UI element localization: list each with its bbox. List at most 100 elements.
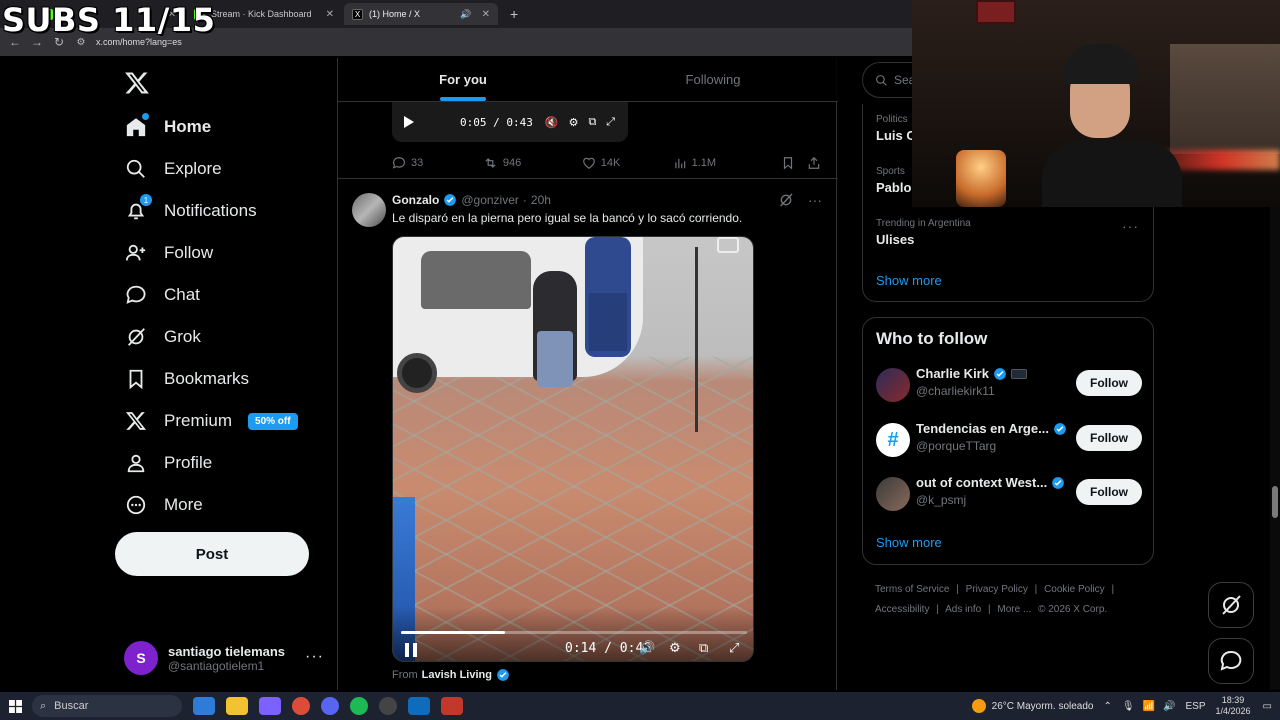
footer-link-cookie[interactable]: Cookie Policy — [1044, 584, 1105, 595]
footer-links: Terms of Service | Privacy Policy | Cook… — [875, 580, 1145, 620]
tweet-tools: ··· — [778, 192, 822, 208]
like-button[interactable]: 14K — [582, 156, 673, 170]
follow-button[interactable]: Follow — [1076, 425, 1142, 451]
nav-item-grok[interactable]: Grok — [124, 320, 201, 354]
nav-item-home[interactable]: Home — [124, 110, 211, 144]
windows-taskbar: ⌕ Buscar 26°C Mayorm. soleado ⌃ 🎙 📶 🔊 ES… — [0, 692, 1280, 720]
notification-center-icon[interactable]: ▭ — [1263, 701, 1272, 712]
taskbar-search[interactable]: ⌕ Buscar — [32, 695, 182, 717]
play-icon[interactable] — [404, 116, 414, 128]
tweet-more-icon[interactable]: ··· — [808, 192, 822, 208]
repost-button[interactable]: 946 — [483, 156, 582, 170]
bookmark-button[interactable] — [781, 156, 807, 170]
browser-tab-x-home[interactable]: X (1) Home / X 🔊 ✕ — [344, 3, 498, 25]
obs-icon[interactable] — [379, 697, 397, 715]
video-app-icon[interactable] — [441, 697, 463, 715]
trends-show-more-link[interactable]: Show more — [876, 273, 942, 288]
pip-icon[interactable]: ⧉ — [699, 640, 708, 656]
nav-item-chat[interactable]: Chat — [124, 278, 200, 312]
language-indicator[interactable]: ESP — [1185, 701, 1205, 712]
footer-link-privacy[interactable]: Privacy Policy — [966, 584, 1028, 595]
close-tab-icon[interactable]: ✕ — [326, 9, 334, 20]
close-tab-icon[interactable]: ✕ — [482, 9, 490, 20]
footer-link-more[interactable]: More ... — [997, 604, 1031, 615]
trend-category: Sports — [876, 166, 905, 177]
scrollbar-thumb[interactable] — [1272, 486, 1278, 518]
file-explorer-icon[interactable] — [226, 697, 248, 715]
tweet-author-handle[interactable]: @gonziver — [461, 193, 519, 207]
tweet-video[interactable]: 0:14 / 0:46 🔊 ⚙ ⧉ ⤢ — [392, 236, 754, 662]
fullscreen-icon[interactable]: ⤢ — [606, 116, 615, 129]
audio-playing-icon[interactable]: 🔊 — [460, 9, 471, 20]
trend-item[interactable]: Trending in Argentina Ulises — [876, 218, 971, 247]
affiliate-badge-icon — [1010, 368, 1027, 379]
footer-link-accessibility[interactable]: Accessibility — [875, 604, 929, 615]
nav-item-premium[interactable]: Premium 50% off — [124, 404, 298, 438]
from-account-link[interactable]: Lavish Living — [422, 669, 492, 681]
nav-item-profile[interactable]: Profile — [124, 446, 212, 480]
pip-icon[interactable]: ⧉ — [588, 116, 596, 129]
windows-start-icon[interactable] — [0, 699, 30, 713]
reply-button[interactable]: 33 — [392, 156, 483, 170]
follow-button[interactable]: Follow — [1076, 370, 1142, 396]
new-tab-button[interactable]: + — [502, 3, 526, 25]
copilot-icon[interactable] — [259, 697, 281, 715]
feed-tabs: For you Following — [338, 58, 838, 102]
footer-link-ads-info[interactable]: Ads info — [945, 604, 981, 615]
tweet-time[interactable]: 20h — [531, 193, 551, 207]
follow-suggestion[interactable]: Charlie Kirk @charliekirk11 Follow — [876, 364, 1142, 404]
taskbar-clock[interactable]: 18:39 1/4/2026 — [1216, 695, 1251, 717]
weather-widget[interactable]: 26°C Mayorm. soleado — [971, 699, 1093, 713]
fullscreen-icon[interactable]: ⤢ — [729, 640, 739, 656]
volume-icon[interactable]: 🔊 — [639, 640, 655, 656]
nav-item-follow[interactable]: Follow — [124, 236, 213, 270]
nav-item-explore[interactable]: Explore — [124, 152, 222, 186]
chevron-up-icon[interactable]: ⌃ — [1103, 701, 1111, 712]
edge-icon[interactable] — [193, 697, 215, 715]
settings-icon[interactable]: ⚙ — [669, 640, 681, 656]
grok-floating-button[interactable] — [1208, 582, 1254, 628]
trend-item[interactable]: Politics Luis C — [876, 114, 916, 143]
footer-link-terms[interactable]: Terms of Service — [875, 584, 949, 595]
tab-following[interactable]: Following — [588, 58, 838, 101]
post-button[interactable]: Post — [115, 532, 309, 576]
follow-suggestion[interactable]: out of context West... @k_psmj Follow — [876, 473, 1142, 513]
nav-item-more[interactable]: More — [124, 488, 203, 522]
nav-item-bookmarks[interactable]: Bookmarks — [124, 362, 249, 396]
previous-tweet-video-controls[interactable]: 0:05 / 0:43 🔇 ⚙ ⧉ ⤢ — [392, 102, 628, 142]
follow-button[interactable]: Follow — [1076, 479, 1142, 505]
footer-separator: | — [936, 604, 939, 615]
video-person — [585, 237, 631, 357]
chat-floating-button[interactable] — [1208, 638, 1254, 684]
views-button[interactable]: 1.1M — [673, 156, 782, 170]
nav-item-notifications[interactable]: 1 Notifications — [124, 194, 257, 228]
avatar[interactable] — [352, 193, 386, 227]
account-more-icon[interactable]: ··· — [305, 648, 324, 666]
trend-title: Pablo — [876, 180, 912, 195]
tweet-author-name[interactable]: Gonzalo — [392, 193, 439, 207]
video-progress-bar[interactable] — [401, 631, 747, 634]
sun-icon — [971, 699, 986, 713]
mute-icon[interactable]: 🔇 — [545, 116, 559, 129]
follow-suggestion[interactable]: # Tendencias en Arge... @porqueTTarg Fol… — [876, 419, 1142, 459]
pause-icon[interactable] — [405, 643, 417, 657]
who-to-follow-show-more-link[interactable]: Show more — [876, 535, 942, 550]
nav-label: Premium — [164, 411, 233, 430]
grok-icon[interactable] — [778, 192, 794, 208]
microphone-icon[interactable]: 🎙 — [1122, 701, 1135, 712]
tab-for-you[interactable]: For you — [338, 58, 588, 101]
account-switcher[interactable]: S santiago tielemans @santiagotielem1 ··… — [124, 638, 324, 678]
share-button[interactable] — [807, 156, 826, 170]
outlook-icon[interactable] — [408, 697, 430, 715]
trend-item[interactable]: Sports Pablo — [876, 166, 911, 195]
x-logo-icon[interactable] — [124, 70, 150, 96]
trend-title: Luis C — [876, 128, 916, 143]
settings-icon[interactable]: ⚙ — [569, 116, 579, 129]
volume-icon[interactable]: 🔊 — [1163, 701, 1175, 712]
separator-dot: · — [522, 193, 527, 207]
chrome-icon[interactable] — [292, 697, 310, 715]
trend-more-icon[interactable]: ··· — [1122, 218, 1139, 234]
wifi-icon[interactable]: 📶 — [1143, 701, 1155, 712]
spotify-icon[interactable] — [350, 697, 368, 715]
discord-icon[interactable] — [321, 697, 339, 715]
